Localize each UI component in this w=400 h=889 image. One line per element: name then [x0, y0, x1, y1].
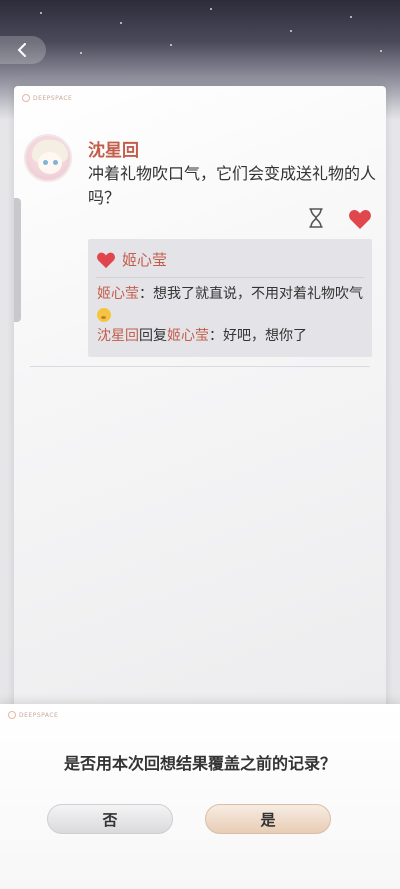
heart-icon — [97, 252, 115, 268]
side-scroll-tab[interactable] — [14, 198, 21, 322]
comment-user[interactable]: 姬心莹 — [97, 286, 139, 302]
moment-card: DEEPSPACE 沈星回 冲着礼物吹口气，它们会变成送礼物的人吗？ 姬心莹 姬… — [14, 86, 386, 726]
comment-text: 好吧，想你了 — [223, 328, 307, 344]
comments-box: 姬心莹 姬心莹：想我了就直说，不用对着礼物吹气 沈星回回复姬心莹：好吧，想你了 — [88, 239, 372, 357]
card-logo-text: DEEPSPACE — [33, 94, 73, 102]
hourglass-icon[interactable] — [308, 208, 324, 228]
comment-item[interactable]: 姬心莹：想我了就直说，不用对着礼物吹气 — [97, 283, 363, 327]
dialog-question: 是否用本次回想结果覆盖之前的记录？ — [63, 754, 336, 773]
heart-icon[interactable] — [348, 208, 372, 230]
likes-row: 姬心莹 — [96, 249, 167, 270]
no-button[interactable]: 否 — [47, 804, 173, 834]
dialog-logo: DEEPSPACE — [8, 711, 58, 719]
likes-names[interactable]: 姬心莹 — [122, 249, 167, 270]
divider — [30, 366, 370, 367]
yes-button[interactable]: 是 — [205, 804, 331, 834]
post-content: 冲着礼物吹口气，它们会变成送礼物的人吗？ — [88, 164, 377, 207]
reply-target-user[interactable]: 姬心莹 — [167, 328, 209, 344]
overwrite-confirm-dialog: DEEPSPACE 是否用本次回想结果覆盖之前的记录？ 否 是 — [0, 704, 400, 889]
back-button[interactable] — [0, 36, 46, 64]
divider — [96, 277, 364, 278]
comment-text: 想我了就直说，不用对着礼物吹气 — [153, 286, 363, 302]
smile-emoji-icon — [97, 308, 111, 322]
author-avatar[interactable] — [24, 134, 72, 182]
card-logo: DEEPSPACE — [22, 94, 72, 102]
chevron-left-icon — [17, 43, 26, 57]
logo-mark-icon — [8, 711, 16, 719]
author-name: 沈星回 — [88, 141, 139, 161]
logo-mark-icon — [22, 94, 30, 102]
comment-item[interactable]: 沈星回回复姬心莹：好吧，想你了 — [97, 325, 363, 347]
dialog-logo-text: DEEPSPACE — [19, 711, 59, 719]
comment-user[interactable]: 沈星回 — [97, 328, 139, 344]
